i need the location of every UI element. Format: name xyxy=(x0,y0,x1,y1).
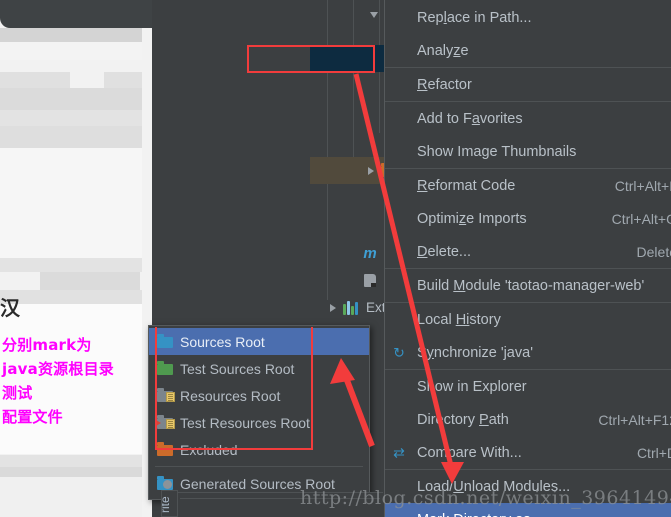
annotation-line: 测试 xyxy=(2,384,33,402)
menu-item-synchronize-java[interactable]: ↻ Synchronize 'java' xyxy=(385,336,671,369)
annotation-line: 分别mark为 xyxy=(2,336,92,354)
menu-item-shortcut: Delete xyxy=(636,243,671,260)
blur-band xyxy=(0,110,142,126)
blur-band xyxy=(0,88,142,110)
annotation-line: 配置文件 xyxy=(2,408,63,426)
menu-item-shortcut: Ctrl+D xyxy=(636,444,671,461)
sync-icon: ↻ xyxy=(393,344,405,360)
blur-band xyxy=(0,28,142,42)
menu-item-label: Build Module 'taotao-manager-web' xyxy=(417,277,645,294)
highlight-box-java xyxy=(247,45,375,73)
blur-band xyxy=(0,455,142,467)
blur-band xyxy=(0,72,70,88)
menu-item-build-module[interactable]: Build Module 'taotao-manager-web' xyxy=(385,269,671,302)
menu-item-label: Analyze xyxy=(417,42,469,59)
menu-item-label: Compare With... xyxy=(417,444,522,461)
blur-band xyxy=(40,272,140,290)
blur-band xyxy=(0,467,142,477)
blur-band xyxy=(0,477,142,517)
chevron-right-icon[interactable] xyxy=(330,303,336,312)
menu-item-label: Synchronize 'java' xyxy=(417,344,533,361)
menu-item-label: Show in Explorer xyxy=(417,378,527,395)
annotation-text: 分别mark为 java资源根目录 测试 配置文件 xyxy=(2,333,114,429)
menu-item-directory-path[interactable]: Directory Path Ctrl+Alt+F12 xyxy=(385,403,671,436)
menu-item-shortcut: Ctrl+Alt+O xyxy=(611,210,671,227)
menu-item-label: Replace in Path... xyxy=(417,9,532,26)
menu-item-analyze[interactable]: Analyze xyxy=(385,34,671,67)
module-jar-icon xyxy=(363,273,377,288)
menu-item-show-image-thumbnails[interactable]: Show Image Thumbnails xyxy=(385,135,671,168)
context-menu[interactable]: Replace in Path... Analyze Refactor Add … xyxy=(384,0,671,517)
blurred-titlebar xyxy=(0,0,152,28)
menu-item-label: Directory Path xyxy=(417,411,509,428)
maven-m-icon: m xyxy=(363,245,377,262)
blur-band xyxy=(0,42,142,60)
blur-band xyxy=(0,148,142,258)
tool-tab-label: rite xyxy=(161,496,172,513)
menu-item-label: Optimize Imports xyxy=(417,210,527,227)
menu-item-label: Delete... xyxy=(417,243,472,260)
screenshot-root: 汉 分别mark为 java资源根目录 测试 配置文件 src xyxy=(0,0,671,517)
folder-generated-icon xyxy=(157,476,173,490)
submenu-separator xyxy=(155,466,363,467)
menu-item-shortcut: Ctrl+Alt+L xyxy=(614,177,671,194)
menu-item-label: Show Image Thumbnails xyxy=(417,143,577,160)
blurred-background-panel xyxy=(0,0,152,517)
blur-band xyxy=(0,290,142,304)
chevron-right-icon[interactable] xyxy=(368,166,374,175)
partial-glyph: 汉 xyxy=(0,296,20,320)
menu-item-label: Reformat Code xyxy=(417,177,516,194)
menu-item-reformat-code[interactable]: Reformat Code Ctrl+Alt+L xyxy=(385,169,671,202)
library-books-icon xyxy=(343,300,359,315)
highlight-box-root-types xyxy=(155,327,313,450)
chevron-down-icon[interactable] xyxy=(370,11,378,18)
compare-icon: ⇄ xyxy=(393,444,405,460)
menu-item-show-in-explorer[interactable]: Show in Explorer xyxy=(385,370,671,403)
tool-tab-favorites[interactable]: rite xyxy=(161,490,178,517)
menu-item-add-to-favorites[interactable]: Add to Favorites xyxy=(385,102,671,135)
menu-item-label: Refactor xyxy=(417,76,472,93)
menu-item-optimize-imports[interactable]: Optimize Imports Ctrl+Alt+O xyxy=(385,202,671,235)
menu-item-refactor[interactable]: Refactor xyxy=(385,68,671,101)
menu-item-replace-in-path[interactable]: Replace in Path... xyxy=(385,1,671,34)
blur-band xyxy=(0,258,142,272)
watermark: http://blog.csdn.net/weixin_39641494 xyxy=(300,487,671,509)
menu-item-label: Local History xyxy=(417,311,501,328)
blur-band xyxy=(0,126,142,148)
blur-band xyxy=(104,72,142,88)
menu-item-delete[interactable]: Delete... Delete xyxy=(385,235,671,268)
menu-item-label: Add to Favorites xyxy=(417,110,523,127)
menu-item-shortcut: Ctrl+Alt+F12 xyxy=(598,411,671,428)
menu-item-local-history[interactable]: Local History xyxy=(385,303,671,336)
menu-item-compare-with[interactable]: ⇄ Compare With... Ctrl+D xyxy=(385,436,671,469)
menu-item-label: Mark Directory as xyxy=(417,512,531,517)
annotation-line: java资源根目录 xyxy=(2,360,114,378)
